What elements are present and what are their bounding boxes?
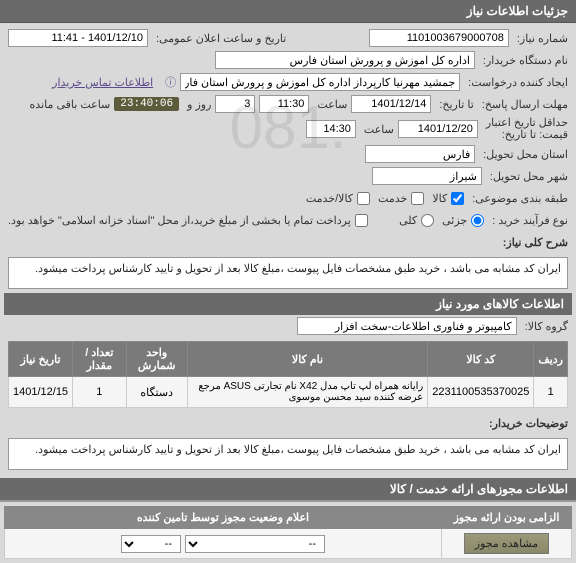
th-row: ردیف — [534, 342, 568, 377]
days-input[interactable] — [215, 95, 255, 113]
status-select-1[interactable]: -- — [185, 535, 325, 553]
cell-unit: دستگاه — [126, 377, 187, 408]
service-checkbox[interactable] — [411, 192, 424, 205]
goods-service-label: کالا/خدمت — [302, 192, 353, 205]
paynote-checkbox[interactable] — [355, 214, 368, 227]
day-label: روز و — [183, 98, 211, 111]
th-qty: تعداد / مقدار — [73, 342, 127, 377]
min-valid-label2: قیمت: تا تاریخ: — [482, 129, 568, 141]
cell-qty: 1 — [73, 377, 127, 408]
bottom-section: الزامی بودن ارائه مجوز اعلام وضعیت مجوز … — [0, 500, 576, 563]
time-label-2: ساعت — [360, 123, 394, 136]
items-table: ردیف کد کالا نام کالا واحد شمارش تعداد /… — [8, 341, 568, 408]
th-code: کد کالا — [428, 342, 534, 377]
send-deadline-till: تا تاریخ: — [435, 98, 473, 111]
pay-note: پرداخت تمام یا بخشی از مبلغ خرید،از محل … — [8, 214, 351, 227]
need-no-input[interactable] — [369, 29, 509, 47]
service-label: خدمت — [374, 192, 407, 205]
table-row[interactable]: 1 2231100535370025 رایانه همراه لپ تاپ م… — [9, 377, 568, 408]
buyer-note-box: ایران کد مشابه می باشد ، خرید طبق مشخصات… — [8, 438, 568, 470]
total-label: کلی — [395, 214, 417, 227]
valid-time-input[interactable] — [306, 120, 356, 138]
exec-city-input[interactable] — [372, 167, 482, 185]
th-declare: اعلام وضعیت مجوز توسط تامین کننده — [5, 507, 442, 529]
desc-box: ایران کد مشابه می باشد ، خرید طبق مشخصات… — [8, 257, 568, 289]
cell-date: 1401/12/15 — [9, 377, 73, 408]
info-icon: ⓘ — [165, 74, 176, 90]
status-select-2[interactable]: -- — [121, 535, 181, 553]
status-table: الزامی بودن ارائه مجوز اعلام وضعیت مجوز … — [4, 506, 572, 559]
countdown-timer: 23:40:06 — [114, 97, 179, 111]
creator-label: ایجاد کننده درخواست: — [464, 76, 568, 89]
desc-title: شرح کلی نیاز: — [499, 236, 568, 249]
th-date: تاریخ نیاز — [9, 342, 73, 377]
total-radio[interactable] — [421, 214, 434, 227]
cell-idx: 1 — [534, 377, 568, 408]
send-time-input[interactable] — [259, 95, 309, 113]
creator-input[interactable] — [180, 73, 460, 91]
exec-prov-input[interactable] — [365, 145, 475, 163]
group-label: گروه کالا: — [521, 320, 568, 333]
cell-code: 2231100535370025 — [428, 377, 534, 408]
partial-label: جزئی — [438, 214, 467, 227]
contact-link[interactable]: اطلاعات تماس خریدار — [52, 76, 153, 89]
need-no-label: شماره نیاز: — [513, 32, 568, 45]
buyer-org-input[interactable] — [215, 51, 475, 69]
valid-date-input[interactable] — [398, 120, 478, 138]
goods-service-checkbox[interactable] — [357, 192, 370, 205]
view-license-button[interactable]: مشاهده مجوز — [464, 533, 549, 554]
class-label: طبقه بندی موضوعی: — [468, 192, 568, 205]
status-row: مشاهده مجوز -- -- — [5, 529, 572, 559]
buyer-org-label: نام دستگاه خریدار: — [479, 54, 568, 67]
remain-label: ساعت باقی مانده — [26, 98, 111, 111]
partial-radio[interactable] — [471, 214, 484, 227]
exec-city-label: شهر محل تحویل: — [486, 170, 568, 183]
licenses-title: اطلاعات مجوزهای ارائه خدمت / کالا — [0, 478, 576, 500]
page-title: جزئیات اطلاعات نیاز — [467, 4, 568, 18]
time-label-1: ساعت — [313, 98, 347, 111]
announce-input[interactable] — [8, 29, 148, 47]
items-title: اطلاعات کالاهای مورد نیاز — [4, 293, 572, 315]
buyer-note-label: توضیحات خریدار: — [485, 417, 568, 430]
th-name: نام کالا — [187, 342, 428, 377]
group-input[interactable] — [297, 317, 517, 335]
cell-name: رایانه همراه لپ تاپ مدل X42 نام تجارتی A… — [187, 377, 428, 408]
proc-type-label: نوع فرآیند خرید : — [488, 214, 568, 227]
th-mandatory: الزامی بودن ارائه مجوز — [442, 507, 572, 529]
th-unit: واحد شمارش — [126, 342, 187, 377]
page-title-bar: جزئیات اطلاعات نیاز — [0, 0, 576, 23]
send-date-input[interactable] — [351, 95, 431, 113]
goods-checkbox[interactable] — [451, 192, 464, 205]
min-valid-label1: حداقل تاریخ اعتبار — [482, 117, 568, 129]
send-deadline-label: مهلت ارسال پاسخ: — [478, 98, 568, 111]
announce-label: تاریخ و ساعت اعلان عمومی: — [152, 32, 286, 45]
exec-prov-label: استان محل تحویل: — [479, 148, 568, 161]
main-form: .081 شماره نیاز: تاریخ و ساعت اعلان عموم… — [0, 23, 576, 478]
goods-label: کالا — [428, 192, 447, 205]
